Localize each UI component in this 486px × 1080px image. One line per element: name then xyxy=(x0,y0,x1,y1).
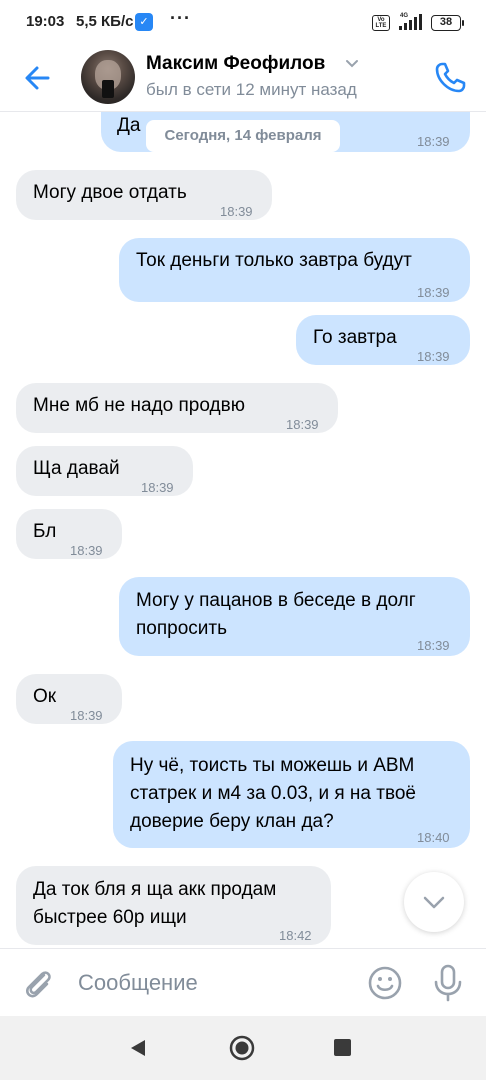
scroll-to-bottom-button[interactable] xyxy=(404,872,464,932)
vk-icon: ✓ xyxy=(135,13,153,31)
status-network-speed: 5,5 КБ/с xyxy=(76,13,134,30)
microphone-icon[interactable] xyxy=(432,963,464,1003)
status-bar: 19:03 5,5 КБ/с ✓ ··· Vo LTE 4G 38 xyxy=(0,0,486,46)
avatar[interactable] xyxy=(81,50,135,104)
message-time: 18:39 xyxy=(417,285,450,300)
message-incoming[interactable]: Могу двое отдать 18:39 xyxy=(16,170,272,220)
message-line: Ну чё, тоисть ты можешь и ABM xyxy=(130,755,415,776)
message-text: Могу двое отдать xyxy=(33,182,187,203)
nav-recent-apps-icon[interactable] xyxy=(334,1039,351,1056)
message-time: 18:39 xyxy=(141,480,174,495)
message-text: Мне мб не надо продвю xyxy=(33,395,245,416)
message-input[interactable] xyxy=(78,965,348,1001)
message-text: Ну чё, тоисть ты можешь и ABM статрек и … xyxy=(130,752,416,836)
message-line: быстрее 60р ищи xyxy=(33,907,187,928)
chevron-down-icon[interactable] xyxy=(344,55,360,71)
message-time: 18:40 xyxy=(417,830,450,845)
message-time: 18:42 xyxy=(279,928,312,943)
message-list[interactable]: Да 18:39 Сегодня, 14 февраля Могу двое о… xyxy=(0,112,486,948)
contact-name[interactable]: Максим Феофилов xyxy=(146,53,325,75)
message-line: Могу у пацанов в беседе в долг xyxy=(136,590,416,611)
message-text: Ща давай xyxy=(33,458,120,479)
message-line: попросить xyxy=(136,618,227,639)
system-navigation-bar xyxy=(0,1016,486,1080)
message-incoming[interactable]: Ок 18:39 xyxy=(16,674,122,724)
message-time: 18:39 xyxy=(286,417,319,432)
signal-icon: 4G xyxy=(399,13,422,30)
message-text: Могу у пацанов в беседе в долг попросить xyxy=(136,587,416,643)
message-text: Бл xyxy=(33,521,57,542)
message-outgoing[interactable]: Могу у пацанов в беседе в долг попросить… xyxy=(119,577,470,656)
status-time: 19:03 xyxy=(26,13,65,30)
message-time: 18:39 xyxy=(220,204,253,219)
nav-back-icon[interactable] xyxy=(128,1038,148,1058)
arrow-left-icon[interactable] xyxy=(18,60,58,96)
message-time: 18:39 xyxy=(417,638,450,653)
svg-text:4G: 4G xyxy=(400,13,408,19)
message-text: Да ток бля я ща акк продам быстрее 60р и… xyxy=(33,876,276,932)
nav-home-icon[interactable] xyxy=(229,1035,255,1061)
battery-icon: 38 xyxy=(431,15,464,31)
date-separator: Сегодня, 14 февраля xyxy=(146,120,340,152)
message-incoming[interactable]: Да ток бля я ща акк продам быстрее 60р и… xyxy=(16,866,331,945)
message-time: 18:39 xyxy=(417,134,450,149)
phone-icon[interactable] xyxy=(432,58,470,96)
paperclip-icon[interactable] xyxy=(20,965,56,1001)
message-incoming[interactable]: Ща давай 18:39 xyxy=(16,446,193,496)
message-incoming[interactable]: Бл 18:39 xyxy=(16,509,122,559)
more-notifications-icon: ··· xyxy=(170,8,191,28)
message-time: 18:39 xyxy=(70,708,103,723)
message-text: Да xyxy=(117,115,141,136)
message-outgoing[interactable]: Ну чё, тоисть ты можешь и ABM статрек и … xyxy=(113,741,470,848)
message-text: Ток деньги только завтра будут xyxy=(136,250,412,271)
contact-status: был в сети 12 минут назад xyxy=(146,80,357,99)
message-line: статрек и м4 за 0.03, и я на твоё xyxy=(130,783,416,804)
chevron-down-icon xyxy=(423,896,445,909)
message-outgoing[interactable]: Ток деньги только завтра будут 18:39 xyxy=(119,238,470,302)
message-time: 18:39 xyxy=(417,349,450,364)
volte-icon: Vo LTE xyxy=(372,15,390,31)
message-text: Ок xyxy=(33,686,57,707)
chat-header: Максим Феофилов был в сети 12 минут наза… xyxy=(0,46,486,112)
message-text: Го завтра xyxy=(313,327,397,348)
message-incoming[interactable]: Мне мб не надо продвю 18:39 xyxy=(16,383,338,433)
message-outgoing[interactable]: Го завтра 18:39 xyxy=(296,315,470,365)
message-composer xyxy=(0,948,486,1016)
message-time: 18:39 xyxy=(70,543,103,558)
message-line: Да ток бля я ща акк продам xyxy=(33,879,277,900)
message-line: доверие беру клан да? xyxy=(130,811,334,832)
smile-icon[interactable] xyxy=(367,965,403,1001)
